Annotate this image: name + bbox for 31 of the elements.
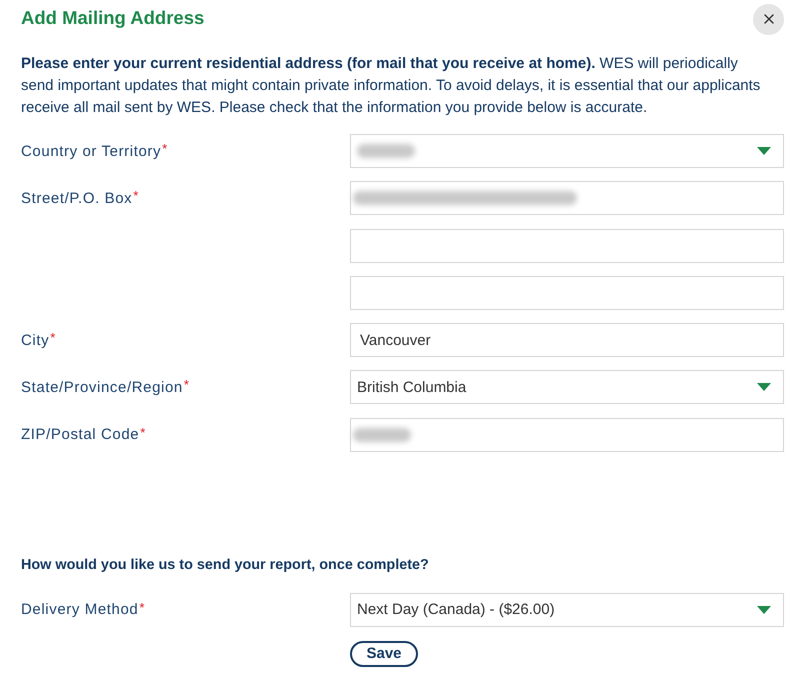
caret-icon [757, 147, 771, 155]
text-field[interactable] [350, 181, 784, 216]
text-field[interactable] [350, 418, 784, 452]
dropdown-field[interactable]: British Columbia [350, 370, 784, 404]
field-label: Country or Territory [21, 142, 162, 160]
blurred-text [357, 144, 415, 158]
required-asterisk: * [140, 424, 146, 440]
blurred-text [353, 428, 411, 442]
required-asterisk: * [184, 377, 189, 392]
close-button[interactable] [753, 4, 784, 34]
required-asterisk: * [133, 188, 138, 204]
caret-icon [757, 606, 771, 614]
intro-text: Please enter your current residential address (for mail that you receive at home). WES will periodically send important updates that might contain private information. To avoid delays, it is essential that our applicants receive all mail sent by WES. Please check that the information you provide below is accurate. [21, 54, 762, 118]
field-label: ZIP/Postal Code [21, 426, 140, 444]
text-field[interactable]: Vancouver [350, 323, 784, 358]
field-label: City [21, 332, 50, 349]
required-asterisk: * [139, 600, 144, 615]
dropdown-field[interactable] [350, 134, 784, 168]
required-asterisk: * [50, 330, 56, 346]
save-button[interactable]: Save [350, 640, 418, 667]
text-field[interactable] [350, 228, 784, 263]
required-asterisk: * [162, 141, 168, 156]
field-label: State/Province/Region [21, 378, 183, 396]
dropdown-field[interactable]: Next Day (Canada) - ($26.00) [350, 592, 784, 627]
field-label: Street/P.O. Box [21, 190, 132, 207]
close-icon [764, 14, 774, 24]
section-question: How would you like us to send your report, once complete? [21, 556, 430, 575]
caret-icon [757, 383, 771, 392]
text-field[interactable] [350, 276, 784, 310]
field-label: Delivery Method [21, 601, 138, 618]
dialog-title: Add Mailing Address [21, 6, 204, 30]
